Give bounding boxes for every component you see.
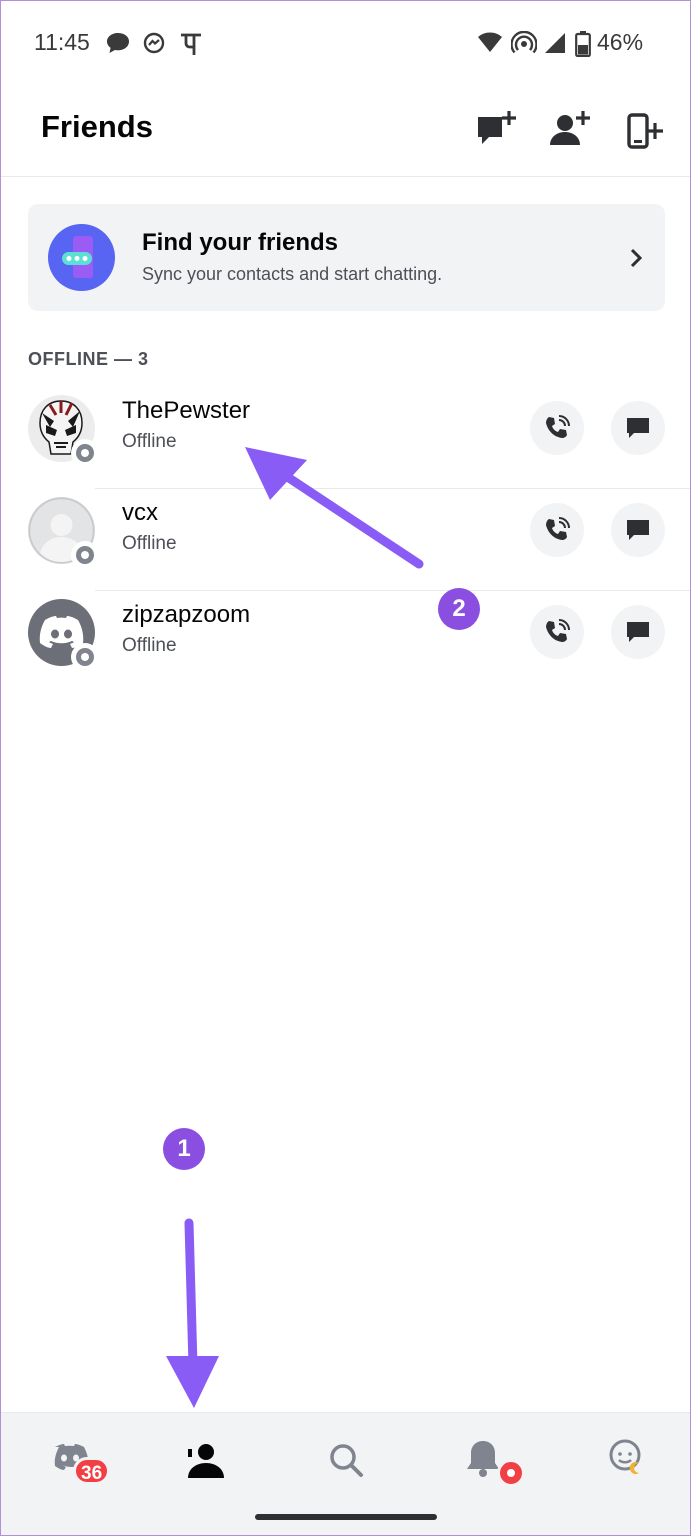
profile-icon [609, 1439, 641, 1474]
tutorial-arrows [166, 447, 424, 1408]
home-indicator[interactable] [255, 1514, 437, 1520]
step-marker-2: 2 [438, 588, 480, 630]
step-marker-1: 1 [163, 1128, 205, 1170]
nav-notifications[interactable] [453, 1433, 525, 1493]
nav-servers[interactable]: 36 [41, 1433, 111, 1493]
nav-friends[interactable] [176, 1433, 236, 1493]
notification-dot [497, 1459, 525, 1487]
arrow-to-friend-row [245, 447, 424, 569]
friends-icon [188, 1444, 224, 1478]
servers-badge: 36 [73, 1457, 111, 1485]
nav-search[interactable] [316, 1433, 376, 1493]
arrow-to-friends-tab [166, 1218, 219, 1408]
nav-profile[interactable] [595, 1433, 655, 1493]
search-icon [330, 1444, 363, 1477]
bottom-nav: 36 [1, 1412, 690, 1535]
